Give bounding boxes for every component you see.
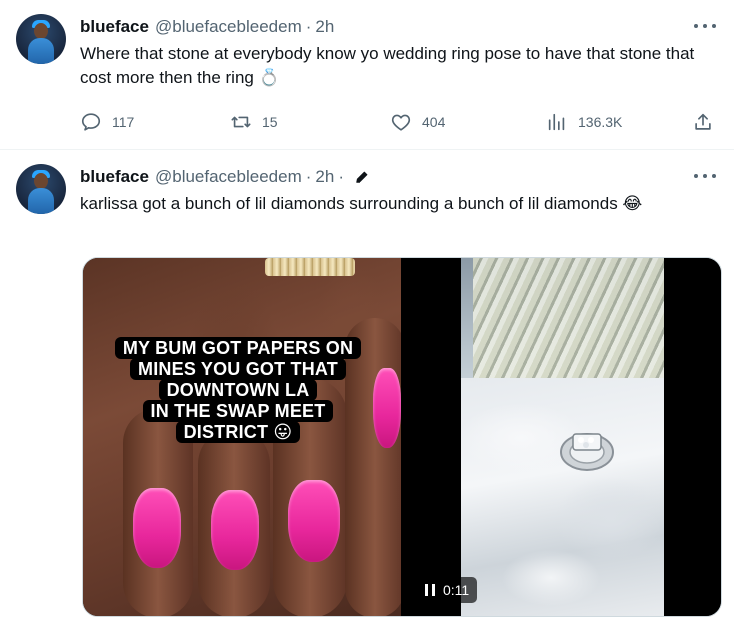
caption-line: MINES YOU GOT THAT <box>130 358 346 380</box>
user-handle[interactable]: @bluefacebleedem <box>155 166 302 188</box>
retweet-count: 15 <box>262 114 278 130</box>
media-grid[interactable]: MY BUM GOT PAPERS ON MINES YOU GOT THAT … <box>82 257 722 617</box>
share-icon <box>695 113 711 130</box>
video-frame <box>461 258 664 616</box>
tweet-text: karlissa got a bunch of lil diamonds sur… <box>80 194 643 213</box>
tissue-paper <box>461 378 664 616</box>
more-dots-icon[interactable] <box>694 166 716 186</box>
tweet-header: blueface @bluefacebleedem · 2h · <box>80 166 370 188</box>
user-handle[interactable]: @bluefacebleedem <box>155 16 302 38</box>
display-name[interactable]: blueface <box>80 166 149 188</box>
like-button[interactable]: 404 <box>390 110 445 134</box>
pink-nail <box>133 488 181 568</box>
tweet-actions: 117 15 404 136.3K <box>80 110 720 134</box>
share-button[interactable] <box>692 110 724 134</box>
avatar[interactable] <box>16 164 66 214</box>
separator-dot: · <box>305 167 312 186</box>
timestamp[interactable]: 2h <box>315 16 334 38</box>
cash-stack <box>473 258 664 398</box>
pink-nail <box>288 480 340 562</box>
video-player[interactable]: 0:11 <box>403 258 721 616</box>
diamond-ring <box>560 433 614 471</box>
caption-line: IN THE SWAP MEET <box>142 400 334 422</box>
avatar-head <box>34 173 48 189</box>
reply-count: 117 <box>112 114 135 130</box>
retweet-icon <box>231 116 251 128</box>
views-count: 136.3K <box>578 114 623 130</box>
heart-icon <box>391 114 411 131</box>
video-time: 0:11 <box>443 582 470 598</box>
separator-dot: · <box>338 167 344 186</box>
reply-button[interactable]: 117 <box>80 110 134 134</box>
diamond-ring-band <box>265 258 355 276</box>
more-dots-icon[interactable] <box>694 16 716 36</box>
tweet-text: Where that stone at everybody know yo we… <box>80 44 695 87</box>
video-controls[interactable]: 0:11 <box>417 577 478 603</box>
avatar[interactable] <box>16 14 66 64</box>
pink-nail <box>211 490 259 570</box>
avatar-head <box>34 23 48 39</box>
photo-nails[interactable]: MY BUM GOT PAPERS ON MINES YOU GOT THAT … <box>83 258 401 616</box>
avatar-body <box>28 38 54 64</box>
pause-icon[interactable] <box>425 584 435 596</box>
caption-line: MY BUM GOT PAPERS ON <box>114 337 362 359</box>
retweet-button[interactable]: 15 <box>230 110 278 134</box>
separator-dot: · <box>305 17 312 36</box>
caption-line: DISTRICT 😛 <box>175 421 301 443</box>
story-caption: MY BUM GOT PAPERS ON MINES YOU GOT THAT … <box>97 337 379 443</box>
reply-icon <box>81 113 101 131</box>
avatar-body <box>28 188 54 214</box>
views-button[interactable]: 136.3K <box>546 110 622 134</box>
timestamp[interactable]: 2h <box>315 166 334 188</box>
edit-pencil-icon[interactable] <box>354 169 370 185</box>
tweet-2[interactable]: blueface @bluefacebleedem · 2h · karliss… <box>0 150 734 628</box>
views-chart-icon <box>548 113 565 131</box>
like-count: 404 <box>422 114 446 130</box>
tweet-header: blueface @bluefacebleedem · 2h <box>80 16 334 38</box>
tweet-1[interactable]: blueface @bluefacebleedem · 2h Where tha… <box>0 0 734 150</box>
display-name[interactable]: blueface <box>80 16 149 38</box>
caption-line: DOWNTOWN LA <box>158 379 318 401</box>
